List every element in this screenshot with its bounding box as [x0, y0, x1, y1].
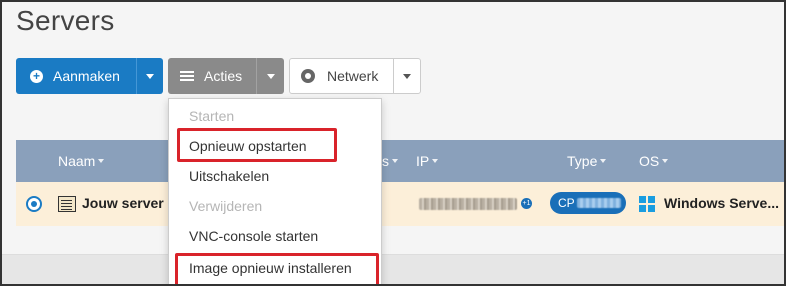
- app-window: Servers + Aanmaken Acties Netwerk Naam s…: [0, 0, 786, 286]
- menu-item-vnc-console[interactable]: VNC-console starten: [169, 221, 381, 251]
- table-footer: [2, 254, 784, 284]
- sort-icon: [662, 159, 669, 163]
- chevron-down-icon: [403, 73, 411, 79]
- menu-item-shutdown[interactable]: Uitschakelen: [169, 161, 381, 191]
- network-dropdown-toggle[interactable]: [393, 58, 421, 94]
- menu-item-delete: Verwijderen: [189, 198, 263, 214]
- type-redacted: [576, 198, 621, 208]
- chevron-down-icon: [146, 73, 154, 79]
- network-button-label: Netwerk: [327, 68, 379, 84]
- windows-icon: [639, 196, 655, 212]
- create-button-label: Aanmaken: [53, 68, 120, 84]
- actions-dropdown-toggle[interactable]: [256, 58, 284, 94]
- extra-ip-badge: +1: [521, 198, 532, 209]
- ip-address-redacted: [419, 198, 517, 210]
- sort-icon: [432, 159, 439, 163]
- column-os-header[interactable]: OS: [639, 153, 669, 169]
- column-name-header[interactable]: Naam: [58, 153, 105, 169]
- plus-circle-icon: +: [30, 69, 43, 83]
- server-type-badge: CP: [550, 192, 626, 214]
- network-icon: [301, 69, 315, 83]
- table-header: Naam s IP Type OS: [16, 140, 784, 182]
- page-title: Servers: [16, 5, 115, 36]
- create-dropdown-toggle[interactable]: [136, 58, 163, 94]
- sort-icon: [600, 159, 607, 163]
- column-ip-header[interactable]: IP: [416, 153, 439, 169]
- column-status-header[interactable]: s: [382, 153, 398, 169]
- list-icon: [180, 70, 194, 82]
- sort-icon: [98, 159, 105, 163]
- actions-button[interactable]: Acties: [168, 58, 256, 94]
- menu-item-start: Starten: [189, 108, 235, 124]
- server-name[interactable]: Jouw server: [82, 195, 164, 211]
- network-button[interactable]: Netwerk: [289, 58, 394, 94]
- actions-button-label: Acties: [204, 68, 243, 84]
- highlight-reinstall-image: [175, 253, 379, 284]
- create-button[interactable]: + Aanmaken: [16, 58, 136, 94]
- sort-icon: [392, 159, 398, 163]
- column-type-header[interactable]: Type: [567, 153, 607, 169]
- highlight-restart: [177, 128, 337, 162]
- chevron-down-icon: [266, 73, 275, 79]
- server-icon: [58, 196, 76, 212]
- row-select-radio[interactable]: [26, 196, 42, 212]
- os-name: Windows Serve...: [664, 195, 780, 211]
- table-row[interactable]: Jouw server +1 CP Windows Serve...: [16, 182, 784, 226]
